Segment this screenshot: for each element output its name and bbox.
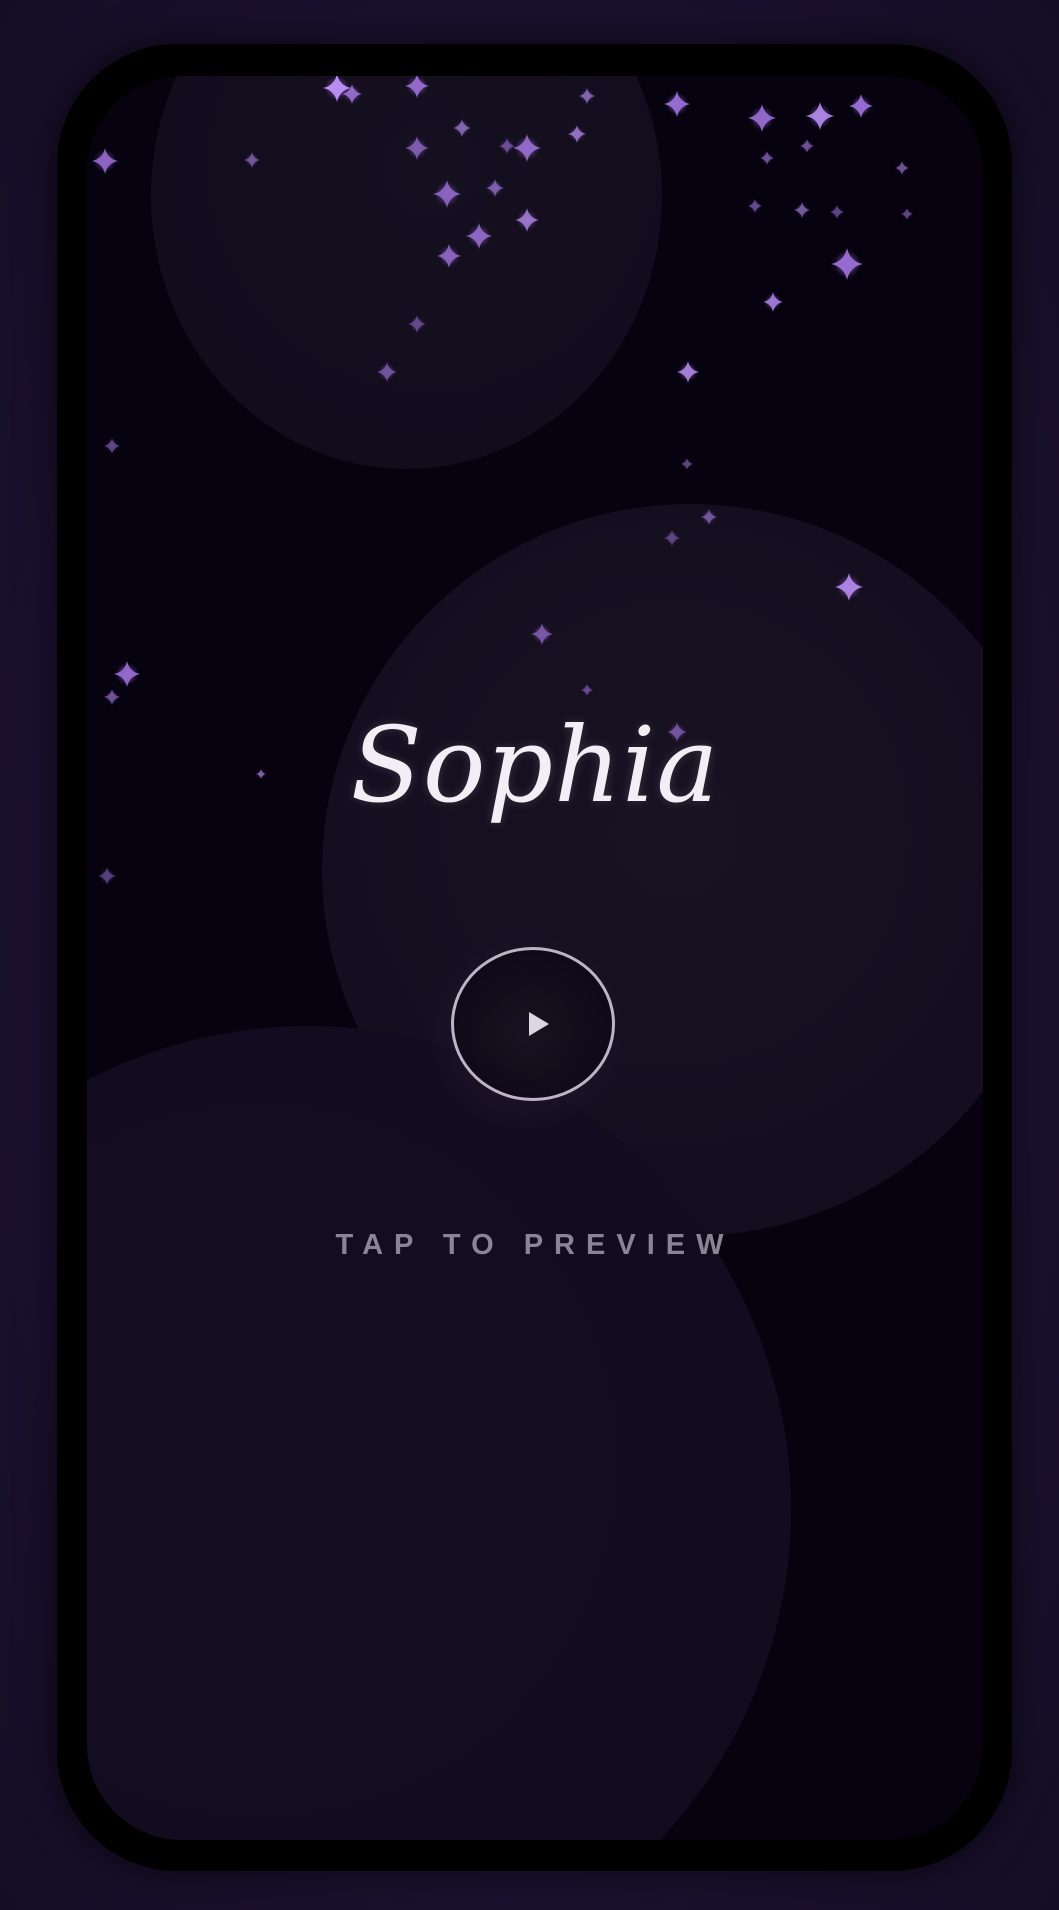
sparkle-star — [806, 102, 834, 130]
sparkle-star — [453, 119, 471, 137]
sparkle-star — [408, 315, 426, 333]
sparkle-star — [664, 91, 690, 117]
sparkle-star — [499, 138, 515, 154]
sparkle-star — [515, 208, 539, 232]
sparkle-star — [760, 151, 774, 165]
sparkle-star — [437, 244, 461, 268]
sparkle-star — [104, 689, 120, 705]
sparkle-star — [579, 88, 595, 104]
sparkle-star — [763, 292, 783, 312]
sparkle-star — [830, 205, 844, 219]
tap-to-preview-label: TAP TO PREVIEW — [335, 1229, 735, 1261]
sparkle-star — [531, 623, 553, 645]
sparkle-star — [244, 152, 260, 168]
sparkle-star — [98, 867, 116, 885]
sparkle-star — [433, 180, 461, 208]
sparkle-star — [701, 509, 717, 525]
sparkle-star — [901, 208, 913, 220]
sparkle-star — [513, 134, 541, 162]
sparkle-star — [677, 361, 699, 383]
sparkle-star — [794, 202, 810, 218]
sparkle-star — [748, 104, 776, 132]
sparkle-star — [405, 136, 429, 160]
sparkle-star — [114, 661, 140, 687]
preview-screen[interactable]: Sophia TAP TO PREVIEW — [87, 76, 983, 1840]
sparkle-star — [681, 458, 693, 470]
sparkle-star — [849, 94, 873, 118]
sparkle-star — [568, 125, 586, 143]
sparkle-star — [664, 530, 680, 546]
sparkle-star — [895, 161, 909, 175]
sparkle-star — [486, 179, 504, 197]
sparkle-star — [466, 223, 492, 249]
app-stage: Sophia TAP TO PREVIEW — [0, 0, 1059, 1910]
sparkle-star — [92, 148, 118, 174]
sparkle-star — [581, 684, 593, 696]
play-icon[interactable] — [529, 1012, 549, 1036]
sparkle-star — [835, 573, 863, 601]
sparkle-star — [104, 438, 120, 454]
sparkle-star — [377, 362, 397, 382]
sparkle-star — [800, 139, 814, 153]
sparkle-star — [748, 199, 762, 213]
preview-title: Sophia — [350, 704, 720, 826]
sparkle-star — [831, 248, 863, 280]
